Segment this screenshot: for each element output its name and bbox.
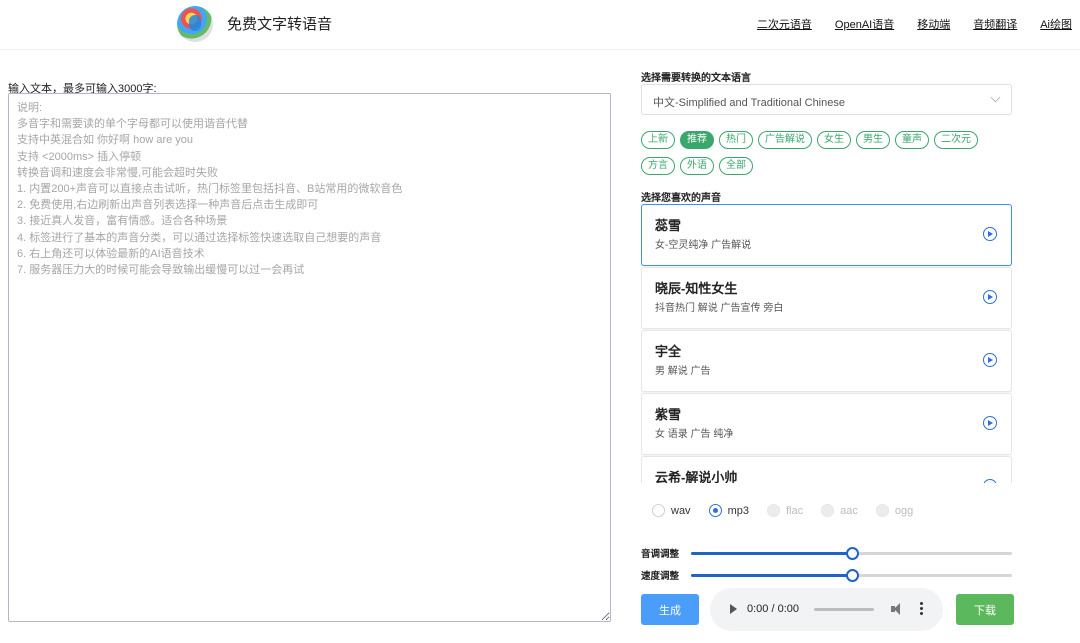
voice-card[interactable]: 蕊雪女-空灵纯净 广告解说 [641,204,1012,266]
radio-circle [875,504,889,517]
voice-list-label: 选择您喜欢的声音 [641,193,721,204]
pitch-label: 音调调整 [641,549,680,560]
audio-time: 0:00 / 0:00 [747,603,799,615]
format-radio-mp3[interactable]: mp3 [708,504,749,517]
tag-row: 方言 外语 全部 [641,157,1013,175]
more-options-icon[interactable] [920,602,924,616]
nav-link-mobile[interactable]: 移动端 [917,16,950,32]
tag-chip[interactable]: 二次元 [934,131,978,149]
audio-progress-bar[interactable] [814,608,874,611]
pitch-slider-fill [691,552,852,555]
radio-circle[interactable] [652,504,665,517]
tag-row: 上新 推荐 热门 广告解说 女生 男生 童声 二次元 [641,131,1013,149]
generate-button[interactable]: 生成 [641,594,699,625]
pitch-slider[interactable] [691,547,1012,560]
tag-chip[interactable]: 男生 [856,131,890,149]
format-radio-wav[interactable]: wav [652,504,691,517]
site-header: 免费文字转语音 二次元语音 OpenAI语音 移动端 音频翻译 Ai绘图 [0,0,1080,50]
tag-chip[interactable]: 上新 [641,131,675,149]
play-circle-icon[interactable] [983,227,997,241]
tag-chip[interactable]: 广告解说 [758,131,812,149]
volume-icon[interactable] [890,602,904,616]
format-label: flac [785,504,804,517]
format-label: ogg [894,504,914,517]
tag-chip[interactable]: 推荐 [680,131,714,149]
speed-slider[interactable] [691,569,1012,582]
format-radio-flac: flac [766,504,804,517]
voice-description: 抖音热门 解说 广告宣传 旁白 [655,303,784,314]
language-label: 选择需要转换的文本语言 [641,73,751,84]
tag-chip[interactable]: 外语 [680,157,714,175]
download-button[interactable]: 下载 [956,594,1014,625]
voice-list[interactable]: 蕊雪女-空灵纯净 广告解说晓辰-知性女生抖音热门 解说 广告宣传 旁白宇全男 解… [641,204,1012,483]
text-input[interactable] [8,93,611,622]
voice-name: 宇全 [655,344,682,359]
pitch-slider-handle[interactable] [845,547,859,560]
voice-name: 蕊雪 [655,218,682,233]
speed-slider-handle[interactable] [845,569,859,582]
top-nav: 二次元语音 OpenAI语音 移动端 音频翻译 Ai绘图 [757,16,1072,32]
chevron-down-icon [990,92,1001,103]
play-icon[interactable] [730,604,737,614]
radio-circle[interactable] [708,504,722,517]
nav-link-openai-voice[interactable]: OpenAI语音 [835,16,894,32]
language-select-value: 中文-Simplified and Traditional Chinese [653,97,845,109]
tag-chip[interactable]: 女生 [817,131,851,149]
play-circle-icon[interactable] [983,290,997,304]
format-label: wav [671,504,691,517]
voice-card[interactable]: 宇全男 解说 广告 [641,330,1012,392]
voice-card[interactable]: 紫雪女 语录 广告 纯净 [641,393,1012,455]
speed-slider-row: 速度调整 [641,568,1013,582]
tag-chip[interactable]: 方言 [641,157,675,175]
play-circle-icon[interactable] [983,479,997,483]
nav-link-audio-translate[interactable]: 音频翻译 [973,16,1017,32]
format-label: aac [840,504,858,517]
format-radio-aac: aac [821,504,858,517]
play-circle-icon[interactable] [983,416,997,430]
tag-chip[interactable]: 童声 [895,131,929,149]
voice-tag-filters: 上新 推荐 热门 广告解说 女生 男生 童声 二次元 方言 外语 全部 [641,131,1013,183]
speed-label: 速度调整 [641,571,680,582]
pitch-slider-row: 音调调整 [641,546,1013,560]
format-radio-ogg: ogg [875,504,914,517]
tag-chip[interactable]: 热门 [719,131,753,149]
voice-name: 晓辰-知性女生 [655,281,738,296]
voice-description: 男 解说 广告 [655,366,711,377]
site-title[interactable]: 免费文字转语音 [227,13,332,34]
audio-format-options: wav mp3 flac aac ogg [652,504,913,517]
radio-circle [821,504,835,517]
voice-card[interactable]: 晓辰-知性女生抖音热门 解说 广告宣传 旁白 [641,267,1012,329]
tag-chip[interactable]: 全部 [719,157,753,175]
speed-slider-fill [691,574,852,577]
voice-description: 女-空灵纯净 广告解说 [655,240,752,251]
nav-link-anime-voice[interactable]: 二次元语音 [757,16,812,32]
play-circle-icon[interactable] [983,353,997,367]
radio-circle [766,504,780,517]
site-logo-icon[interactable] [177,6,213,42]
format-label: mp3 [727,504,749,517]
voice-name: 云希-解说小帅 [655,470,738,483]
voice-description: 女 语录 广告 纯净 [655,429,734,440]
audio-player: 0:00 / 0:00 [710,588,943,631]
voice-card[interactable]: 云希-解说小帅 [641,456,1012,483]
nav-link-ai-drawing[interactable]: Ai绘图 [1040,16,1072,32]
language-select[interactable]: 中文-Simplified and Traditional Chinese [641,84,1012,115]
voice-name: 紫雪 [655,407,682,422]
